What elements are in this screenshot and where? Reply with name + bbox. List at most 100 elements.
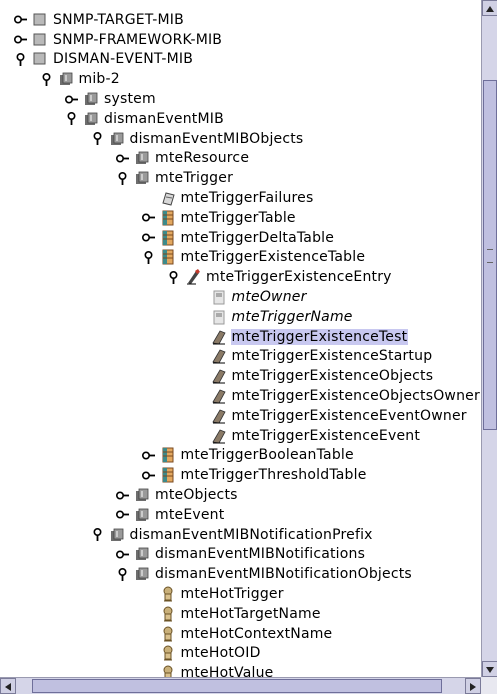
expand-toggle-icon[interactable] <box>14 13 27 26</box>
expand-toggle-icon[interactable] <box>116 152 129 165</box>
arrow-down-icon <box>486 667 494 673</box>
tree-node-mte-trigger-delta-table[interactable]: mteTriggerDeltaTable <box>141 228 336 248</box>
expand-toggle-icon[interactable] <box>116 489 129 502</box>
scrollbar-corner <box>481 677 497 694</box>
tree-node-mte-trigger-existence-event-owner[interactable]: mteTriggerExistenceEventOwner <box>193 406 468 426</box>
collapse-toggle-icon[interactable] <box>142 250 155 264</box>
folder-icon <box>134 150 150 166</box>
horizontal-scroll-thumb[interactable] <box>32 679 442 693</box>
tree-node-label: SNMP-TARGET-MIB <box>53 11 184 28</box>
collapse-toggle-icon[interactable] <box>65 112 78 126</box>
tree-node-mib-2[interactable]: mib-2 <box>40 69 121 89</box>
arrow-up-icon <box>486 6 494 12</box>
tree-node-disman-event-mibobjects[interactable]: dismanEventMIBObjects <box>91 129 305 149</box>
collapse-toggle-icon[interactable] <box>167 270 180 284</box>
tree-node-label: dismanEventMIBNotificationPrefix <box>129 526 373 543</box>
vertical-scrollbar[interactable] <box>481 0 497 677</box>
tree-node-label: mib-2 <box>78 71 120 88</box>
tree-node-mte-event[interactable]: mteEvent <box>116 505 225 525</box>
table-icon <box>160 467 176 483</box>
tree-node-mte-hot-value[interactable]: mteHotValue <box>142 663 275 677</box>
tree-node-label: mteTriggerTable <box>180 209 296 226</box>
column-icon <box>211 388 227 404</box>
tree-node-label: mteTriggerExistenceObjects <box>231 368 434 385</box>
tree-node-label: mteTriggerFailures <box>180 190 314 207</box>
tree-node-mte-trigger-existence-table[interactable]: mteTriggerExistenceTable <box>142 248 367 268</box>
collapse-toggle-icon[interactable] <box>91 132 104 146</box>
tree-node-mte-owner[interactable]: mteOwner <box>193 287 308 307</box>
tree-node-mte-trigger-table[interactable]: mteTriggerTable <box>141 208 297 228</box>
tree-node-mte-hot-context-name[interactable]: mteHotContextName <box>142 624 334 644</box>
index-icon <box>211 289 227 305</box>
tree-node-mte-trigger-boolean-table[interactable]: mteTriggerBooleanTable <box>141 446 355 466</box>
entry-icon <box>185 269 201 285</box>
tree-node-label: dismanEventMIBNotifications <box>155 546 366 563</box>
tree-node-mte-hot-oid[interactable]: mteHotOID <box>142 644 262 664</box>
tree-node-label: mteTriggerExistenceEvent <box>231 427 421 444</box>
expand-toggle-icon[interactable] <box>141 211 155 224</box>
tree-node-mte-resource[interactable]: mteResource <box>116 149 250 169</box>
tree-node-label: mteTriggerExistenceEntry <box>206 269 392 286</box>
tree-node-mte-trigger-threshold-table[interactable]: mteTriggerThresholdTable <box>141 465 368 485</box>
tree-node-mte-trigger-existence-event[interactable]: mteTriggerExistenceEvent <box>193 426 422 446</box>
tree-node-mte-hot-target-name[interactable]: mteHotTargetName <box>142 604 322 624</box>
tree-node-mte-trigger-existence-startup[interactable]: mteTriggerExistenceStartup <box>193 347 434 367</box>
folder-icon <box>83 91 99 107</box>
index-icon <box>211 309 227 325</box>
collapse-toggle-icon[interactable] <box>116 567 129 581</box>
tree-node-mte-trigger-name[interactable]: mteTriggerName <box>193 307 354 327</box>
folder-icon <box>134 507 150 523</box>
tree-node-mte-objects[interactable]: mteObjects <box>116 485 239 505</box>
tree-node-mte-trigger-existence-test[interactable]: mteTriggerExistenceTest <box>193 327 409 347</box>
folder-icon <box>134 487 150 503</box>
tree-node-disman-event-mib[interactable]: dismanEventMIB <box>65 109 225 129</box>
tree-node-mte-hot-trigger[interactable]: mteHotTrigger <box>142 584 285 604</box>
vertical-scroll-thumb[interactable] <box>483 80 497 430</box>
tree-node-mte-trigger-existence-objects-owner[interactable]: mteTriggerExistenceObjectsOwner <box>193 386 481 406</box>
tree-node-mte-trigger-existence-entry[interactable]: mteTriggerExistenceEntry <box>167 267 393 287</box>
tree-node-snmp-target-mib[interactable]: SNMP-TARGET-MIB <box>14 10 185 30</box>
folder-icon <box>109 527 125 543</box>
collapse-toggle-icon[interactable] <box>91 528 104 542</box>
table-icon <box>160 447 176 463</box>
table-icon <box>160 210 176 226</box>
column-icon <box>211 368 227 384</box>
module-icon <box>32 12 48 28</box>
tree-node-label: mteTriggerName <box>231 308 353 325</box>
tree-node-label: mteTriggerThresholdTable <box>180 467 367 484</box>
scroll-left-button[interactable] <box>0 678 16 694</box>
tree-node-label: dismanEventMIBObjects <box>129 130 304 147</box>
collapse-toggle-icon[interactable] <box>14 52 27 66</box>
expand-toggle-icon[interactable] <box>141 231 155 244</box>
expand-toggle-icon[interactable] <box>65 93 78 106</box>
tree-node-snmp-framework-mib[interactable]: SNMP-FRAMEWORK-MIB <box>14 30 223 50</box>
mib-tree[interactable]: SNMP-TARGET-MIB SNMP-FRAMEWORK-MIB DISMAN-… <box>14 6 481 677</box>
collapse-toggle-icon[interactable] <box>116 171 129 185</box>
scroll-right-button[interactable] <box>465 678 481 694</box>
tree-node-mte-trigger[interactable]: mteTrigger <box>116 168 234 188</box>
table-icon <box>160 230 176 246</box>
column-icon <box>211 329 227 345</box>
tree-node-disman-event-mibnotification-prefix[interactable]: dismanEventMIBNotificationPrefix <box>91 525 374 545</box>
expand-toggle-icon[interactable] <box>141 449 155 462</box>
tree-node-system[interactable]: system <box>65 89 157 109</box>
tree-node-label: system <box>104 91 156 108</box>
tree-node-label: mteTriggerExistenceTest <box>230 328 409 345</box>
arrow-left-icon <box>5 683 11 691</box>
tree-node-disman-event-mib[interactable]: DISMAN-EVENT-MIB <box>14 50 194 70</box>
tree-node-label: mteHotTrigger <box>180 586 284 603</box>
tree-node-mte-trigger-failures[interactable]: mteTriggerFailures <box>142 188 315 208</box>
expand-toggle-icon[interactable] <box>141 469 155 482</box>
tree-node-mte-trigger-existence-objects[interactable]: mteTriggerExistenceObjects <box>193 366 435 386</box>
tree-node-disman-event-mibnotification-objects[interactable]: dismanEventMIBNotificationObjects <box>116 564 413 584</box>
scroll-down-button[interactable] <box>482 661 497 677</box>
expand-toggle-icon[interactable] <box>116 548 129 561</box>
scroll-up-button[interactable] <box>482 0 497 16</box>
tree-node-disman-event-mibnotifications[interactable]: dismanEventMIBNotifications <box>116 545 366 565</box>
scalar-icon <box>160 190 176 206</box>
expand-toggle-icon[interactable] <box>116 508 129 521</box>
tree-node-label: mteTriggerExistenceObjectsOwner <box>231 388 480 405</box>
collapse-toggle-icon[interactable] <box>40 72 53 86</box>
horizontal-scrollbar[interactable] <box>0 677 481 694</box>
expand-toggle-icon[interactable] <box>14 33 27 46</box>
